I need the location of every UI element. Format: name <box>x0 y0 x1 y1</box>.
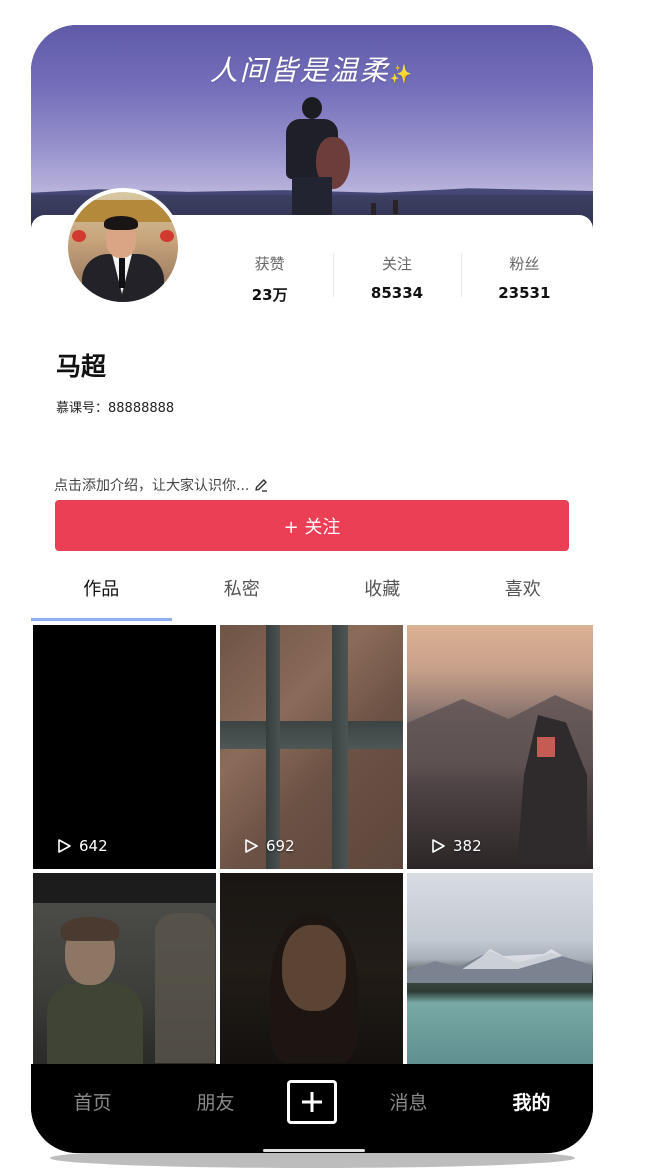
stat-label: 关注 <box>381 255 412 273</box>
tab-private[interactable]: 私密 <box>172 567 313 623</box>
nav-home[interactable]: 首页 <box>31 1088 154 1129</box>
profile-tabs: 作品 私密 收藏 喜欢 <box>31 567 593 623</box>
video-grid: 642 692 382 <box>31 624 593 1064</box>
nav-me[interactable]: 我的 <box>470 1088 593 1129</box>
bio-placeholder: 点击添加介绍，让大家认识你... <box>54 478 250 494</box>
bottom-nav: 首页 朋友 消息 我的 <box>31 1064 593 1153</box>
plus-icon <box>302 1091 322 1112</box>
bio-edit[interactable]: 点击添加介绍，让大家认识你... <box>54 475 269 495</box>
play-icon <box>245 839 258 853</box>
play-count: 382 <box>429 837 482 855</box>
video-tile[interactable]: 642 <box>33 625 216 869</box>
nav-messages[interactable]: 消息 <box>347 1088 470 1129</box>
nav-friends[interactable]: 朋友 <box>154 1088 277 1129</box>
play-icon <box>58 839 71 853</box>
video-tile[interactable]: 692 <box>220 625 403 869</box>
nav-add-button[interactable] <box>287 1079 337 1124</box>
video-tile[interactable] <box>407 873 593 1064</box>
edit-pencil-icon <box>255 479 268 492</box>
profile-name: 马超 <box>56 352 107 381</box>
play-count: 642 <box>55 837 108 855</box>
video-tile[interactable] <box>220 873 403 1064</box>
banner-person <box>286 97 356 215</box>
video-tile[interactable]: 382 <box>407 625 593 869</box>
stat-value: 23万 <box>251 286 288 304</box>
stat-following[interactable]: 关注 85334 <box>333 247 460 327</box>
account-id: 慕课号：88888888 <box>56 401 175 416</box>
banner-post <box>393 200 398 214</box>
stat-followers[interactable]: 粉丝 23531 <box>460 247 588 327</box>
tab-favorites[interactable]: 收藏 <box>312 567 453 623</box>
stat-label: 获赞 <box>254 255 285 273</box>
phone-screen: 人间皆是温柔✨ 获赞 23万 关注 85334 粉丝 23531 马超 慕课号：… <box>31 25 593 1153</box>
tab-likes[interactable]: 喜欢 <box>453 567 594 623</box>
video-tile[interactable] <box>33 873 216 1064</box>
home-indicator <box>263 1149 365 1152</box>
sparkle-icon: ✨ <box>389 64 415 85</box>
play-count: 692 <box>242 837 295 855</box>
banner-title: 人间皆是温柔✨ <box>209 54 415 87</box>
stat-value: 23531 <box>498 284 551 302</box>
stat-value: 85334 <box>370 284 424 302</box>
play-icon <box>432 839 445 853</box>
tab-works[interactable]: 作品 <box>31 567 172 623</box>
stat-label: 粉丝 <box>509 255 540 273</box>
avatar[interactable] <box>64 188 182 306</box>
profile-stats: 获赞 23万 关注 85334 粉丝 23531 <box>206 247 588 327</box>
stat-likes[interactable]: 获赞 23万 <box>206 247 333 327</box>
follow-button[interactable]: + 关注 <box>55 500 569 551</box>
